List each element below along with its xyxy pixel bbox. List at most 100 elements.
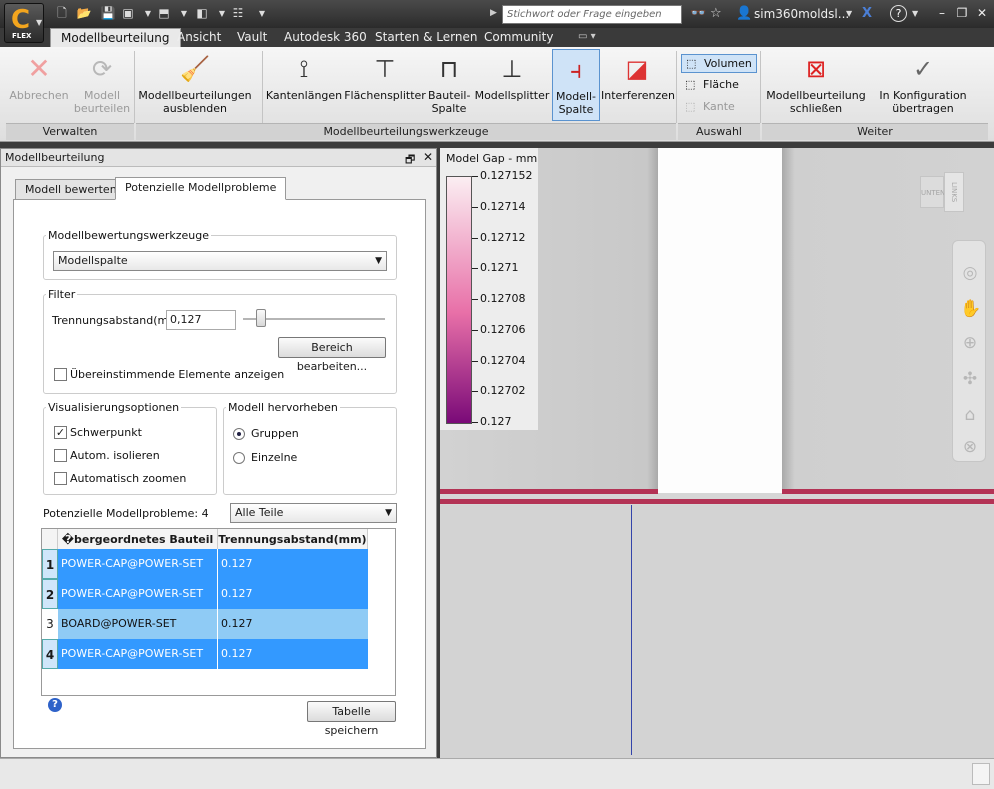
row-header-corner xyxy=(42,529,58,551)
search-input[interactable]: Stichwort oder Frage eingeben xyxy=(502,5,682,24)
viewcube[interactable]: UNTEN LINKS xyxy=(920,172,964,212)
cell-part: POWER-CAP@POWER-SET xyxy=(58,639,218,669)
kante-button[interactable]: ⬚ Kante xyxy=(681,98,757,117)
schwerpunkt-checkbox[interactable]: ✓ xyxy=(54,426,67,439)
save-all-icon[interactable]: ▣ xyxy=(120,6,136,21)
separation-input[interactable]: 0,127 xyxy=(166,310,236,330)
modellspalte-button[interactable]: ⫞ Modell- Spalte xyxy=(552,49,600,121)
ausblenden-button[interactable]: 🧹 Modellbeurteilungen ausblenden xyxy=(136,49,254,121)
search-expand-icon[interactable]: ▶ xyxy=(490,8,497,18)
auto-zoom-checkbox[interactable] xyxy=(54,472,67,485)
user-name[interactable]: sim360moldsl... xyxy=(754,7,849,21)
flaeche-button[interactable]: ⬚ Fläche xyxy=(681,76,757,95)
close-icon[interactable]: ✕ xyxy=(972,4,992,22)
modellsplitter-button[interactable]: ⊥ Modellsplitter xyxy=(474,49,550,121)
close-panel-icon[interactable]: ✕ xyxy=(423,150,433,164)
row-number: 2 xyxy=(42,579,58,609)
interferenzen-button[interactable]: ◪ Interferenzen xyxy=(601,49,675,121)
look-at-icon[interactable]: ⌂ xyxy=(960,405,980,425)
bereich-bearbeiten-button[interactable]: Bereich bearbeiten... xyxy=(278,337,386,373)
volumen-button[interactable]: ⬚ Volumen xyxy=(681,54,757,73)
schliessen-label-1: Modellbeurteilung xyxy=(766,89,866,102)
kantenlaengen-button[interactable]: ⟟ Kantenlängen xyxy=(265,49,343,121)
chevron-down-icon[interactable]: ▼ xyxy=(140,6,156,21)
tab-vault[interactable]: Vault xyxy=(227,28,277,47)
refresh-icon: ⟳ xyxy=(91,55,113,83)
table-row[interactable]: 2 POWER-CAP@POWER-SET 0.127 xyxy=(42,579,368,609)
chevron-down-icon[interactable]: ▼ xyxy=(176,6,192,21)
tab-ansicht[interactable]: Ansicht xyxy=(167,28,231,47)
new-file-icon[interactable]: 🗋 xyxy=(54,6,70,21)
user-icon[interactable]: 👤 xyxy=(736,6,752,22)
abbrechen-button[interactable]: ✕ Abbrechen xyxy=(6,49,72,121)
interferenzen-label: Interferenzen xyxy=(601,89,675,102)
broom-icon: 🧹 xyxy=(180,55,210,83)
binoculars-icon[interactable]: 👓 xyxy=(690,6,706,22)
minimize-icon[interactable]: – xyxy=(932,4,952,22)
chevron-down-icon[interactable]: ▼ xyxy=(846,6,852,22)
status-toggle[interactable] xyxy=(972,763,990,785)
legend-tick-label: 0.12702 xyxy=(480,384,526,398)
tab-potenzielle-probleme[interactable]: Potenzielle Modellprobleme xyxy=(115,177,287,200)
table-row[interactable]: 4 POWER-CAP@POWER-SET 0.127 xyxy=(42,639,368,669)
viewcube-face-side[interactable]: LINKS xyxy=(944,172,964,212)
restore-icon[interactable]: ❐ xyxy=(952,4,972,22)
viewcube-face-front[interactable]: UNTEN xyxy=(920,176,945,208)
legend-tick-mark xyxy=(472,360,478,362)
steering-wheel-icon[interactable]: ◎ xyxy=(960,263,980,283)
modell-beurteilen-button[interactable]: ⟳ Modell beurteilen xyxy=(72,49,132,121)
chevron-down-icon[interactable]: ▼ xyxy=(214,6,230,21)
options-icon[interactable]: ☷ xyxy=(230,6,246,21)
save-icon[interactable]: 💾 xyxy=(100,6,116,21)
legend-tick-label: 0.12706 xyxy=(480,322,526,336)
star-icon[interactable]: ☆ xyxy=(710,6,722,22)
app-menu-button[interactable]: C FLEX ▼ xyxy=(4,3,44,43)
orbit-icon[interactable]: ✣ xyxy=(960,369,980,389)
konfig-label-1: In Konfiguration xyxy=(879,89,967,102)
tab-community[interactable]: Community xyxy=(474,28,563,47)
tab-autodesk-360[interactable]: Autodesk 360 xyxy=(274,28,377,47)
open-folder-icon[interactable]: 📂 xyxy=(76,6,92,21)
chevron-down-icon: ▼ xyxy=(36,18,43,27)
ribbon-toggle-icon[interactable]: ▭ ▾ xyxy=(578,31,596,42)
autom-isolieren-checkbox[interactable] xyxy=(54,449,67,462)
help-icon[interactable]: ? xyxy=(48,698,62,712)
column-header-part[interactable]: �bergeordnetes Bauteil xyxy=(58,529,218,551)
nav-close-icon[interactable]: ⊗ xyxy=(960,437,980,457)
flaechensplitter-button[interactable]: ⊤ Flächensplitter xyxy=(344,49,426,121)
float-panel-icon[interactable]: 🗗 xyxy=(405,151,415,170)
cube-icon[interactable]: ◧ xyxy=(194,6,210,21)
tab-modellbeurteilung[interactable]: Modellbeurteilung xyxy=(50,28,181,47)
import-icon[interactable]: ⬒ xyxy=(156,6,172,21)
tools-select[interactable]: Modellspalte ▼ xyxy=(53,251,387,271)
gruppen-radio[interactable] xyxy=(233,428,245,440)
chevron-down-icon[interactable]: ▼ xyxy=(912,6,918,22)
help-icon[interactable]: ? xyxy=(890,5,907,22)
ausblenden-label-1: Modellbeurteilungen xyxy=(138,89,252,102)
modellsplitter-label: Modellsplitter xyxy=(474,89,550,102)
pan-hand-icon[interactable]: ✋ xyxy=(960,299,981,319)
konfiguration-uebertragen-button[interactable]: ✓ In Konfiguration übertragen xyxy=(874,49,972,121)
beurteilung-schliessen-button[interactable]: ⊠ Modellbeurteilung schließen xyxy=(762,49,870,121)
table-row[interactable]: 3 BOARD@POWER-SET 0.127 xyxy=(42,609,368,639)
table-row[interactable]: 1 POWER-CAP@POWER-SET 0.127 xyxy=(42,549,368,579)
exchange-icon[interactable]: X xyxy=(862,6,872,22)
column-header-gap[interactable]: Trennungsabstand(mm) xyxy=(218,529,368,551)
matching-checkbox[interactable] xyxy=(54,368,67,381)
bauteilspalte-button[interactable]: ⊓ Bauteil- Spalte xyxy=(428,49,470,121)
3d-viewport[interactable]: Model Gap - mm 0.127152 0.12714 0.12712 0.1… xyxy=(440,148,994,758)
problems-count: Potenzielle Modellprobleme: 4 xyxy=(43,507,209,520)
tab-starten-lernen[interactable]: Starten & Lernen xyxy=(365,28,487,47)
einzelne-radio[interactable] xyxy=(233,452,245,464)
legend-tick-label: 0.1271 xyxy=(480,261,519,275)
bauteil-label-2: Spalte xyxy=(431,102,467,115)
tab-modell-bewerten[interactable]: Modell bewerten xyxy=(15,179,127,199)
slider-thumb[interactable] xyxy=(256,309,267,327)
tabelle-speichern-button[interactable]: Tabelle speichern xyxy=(307,701,396,737)
surface-sliver-icon: ⊤ xyxy=(374,55,396,83)
zoom-icon[interactable]: ⊕ xyxy=(960,333,980,353)
parts-filter-select[interactable]: Alle Teile ▼ xyxy=(230,503,397,523)
model-gap-icon: ⫞ xyxy=(570,56,582,84)
customize-icon[interactable]: ▼ xyxy=(254,6,270,21)
cell-gap: 0.127 xyxy=(218,549,368,579)
